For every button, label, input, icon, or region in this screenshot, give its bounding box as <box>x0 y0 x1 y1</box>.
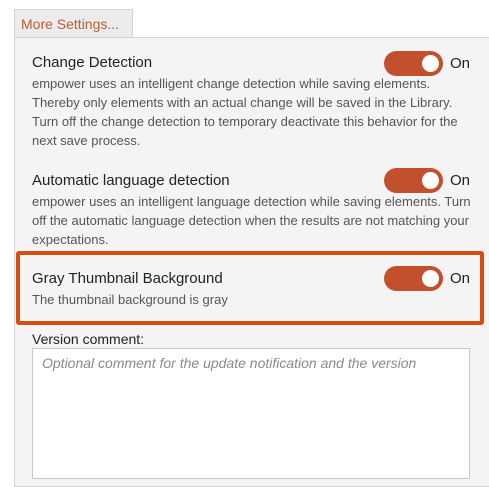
more-settings-tab[interactable]: More Settings... <box>14 9 133 37</box>
toggle-knob <box>422 270 439 287</box>
setting-description: The thumbnail background is gray <box>32 292 228 307</box>
toggle-knob <box>422 55 439 72</box>
gray-thumbnail-toggle-label: On <box>450 270 471 287</box>
toggle-knob <box>422 172 439 189</box>
change-detection-toggle[interactable] <box>384 51 443 76</box>
setting-description: empower uses an intelligent language det… <box>32 194 471 247</box>
setting-description: empower uses an intelligent change detec… <box>32 76 458 148</box>
version-comment-input[interactable] <box>32 348 470 479</box>
gray-thumbnail-toggle[interactable] <box>384 266 443 291</box>
more-settings-tab-label: More Settings... <box>21 16 120 32</box>
language-detection-toggle[interactable] <box>384 168 443 193</box>
change-detection-toggle-label: On <box>450 55 471 72</box>
version-comment-label: Version comment: <box>32 331 145 347</box>
language-detection-toggle-label: On <box>450 172 471 189</box>
